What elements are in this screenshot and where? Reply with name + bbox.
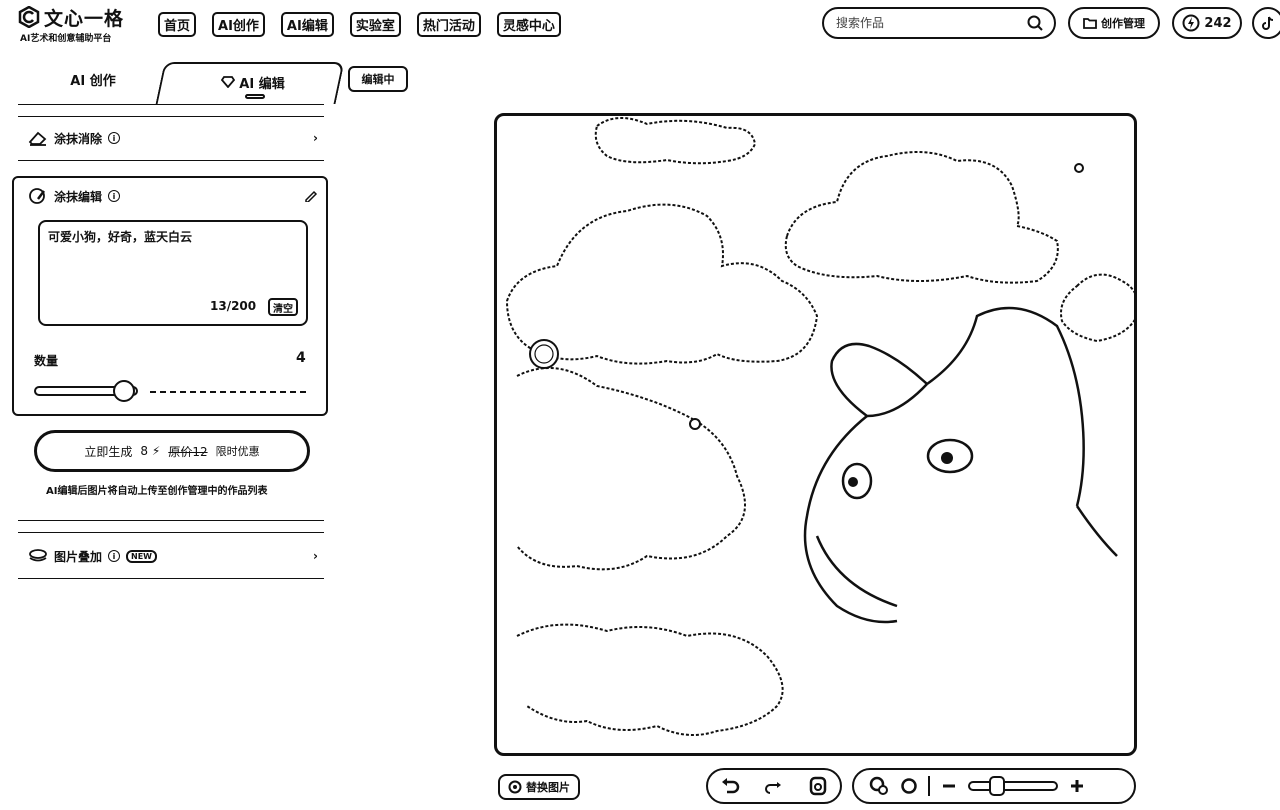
panel-divider bbox=[18, 578, 324, 579]
replace-icon bbox=[508, 780, 522, 794]
zoom-in-icon[interactable] bbox=[1066, 775, 1088, 797]
panel-divider bbox=[18, 116, 324, 117]
generate-disclaimer: AI编辑后图片将自动上传至创作管理中的作品列表 bbox=[46, 486, 268, 497]
chevron-right-icon: › bbox=[313, 549, 318, 563]
prompt-text: 可爱小狗，好奇，蓝天白云 bbox=[48, 230, 193, 244]
nav-events[interactable]: 热门活动 bbox=[416, 12, 481, 37]
editing-status-badge: 编辑中 bbox=[348, 66, 408, 92]
history-toolbar bbox=[706, 768, 842, 804]
undo-icon[interactable] bbox=[719, 775, 741, 797]
generate-cost: 8 ⚡ bbox=[140, 444, 161, 458]
info-icon[interactable]: i bbox=[108, 132, 121, 144]
image-overlay-label: 图片叠加 bbox=[54, 549, 103, 564]
lightning-icon bbox=[1182, 14, 1200, 32]
credits-button[interactable]: 242 bbox=[1172, 7, 1242, 39]
info-icon[interactable]: i bbox=[108, 190, 121, 202]
generate-promo: 限时优惠 bbox=[215, 445, 260, 458]
panel-divider bbox=[18, 104, 324, 105]
eraser-icon bbox=[28, 131, 47, 146]
my-works-button[interactable]: 创作管理 bbox=[1068, 7, 1160, 39]
tab-ai-edit[interactable]: AI 编辑 bbox=[168, 68, 338, 96]
quantity-label: 数量 bbox=[34, 354, 59, 368]
quantity-value: 4 bbox=[296, 350, 306, 366]
brush-icon bbox=[29, 188, 45, 204]
prompt-char-counter: 13/200 bbox=[210, 299, 257, 313]
generate-button[interactable]: 立即生成 8 ⚡ 原价12 限时优惠 bbox=[34, 430, 310, 472]
image-overlay-row[interactable]: 图片叠加 i NEW › bbox=[28, 540, 318, 572]
brush-size-icon[interactable] bbox=[868, 775, 890, 797]
redo-icon[interactable] bbox=[763, 775, 785, 797]
nav-inspiration[interactable]: 灵感中心 bbox=[496, 12, 561, 37]
reset-icon[interactable] bbox=[898, 775, 920, 797]
brush-zoom-toolbar bbox=[852, 768, 1136, 804]
nav-home[interactable]: 首页 bbox=[158, 12, 197, 37]
edit-pen-icon[interactable] bbox=[304, 190, 318, 202]
zoom-slider[interactable] bbox=[968, 776, 1058, 796]
canvas-image bbox=[505, 117, 1134, 736]
erase-tool-row[interactable]: 涂抹消除 i › bbox=[28, 122, 318, 154]
generate-label: 立即生成 bbox=[84, 444, 133, 459]
diamond-icon bbox=[221, 76, 236, 88]
panel-divider bbox=[18, 520, 324, 521]
nav-ai-edit[interactable]: AI编辑 bbox=[280, 12, 334, 37]
panel-divider bbox=[18, 532, 324, 533]
search-box bbox=[822, 7, 1056, 39]
edit-canvas[interactable] bbox=[494, 113, 1137, 756]
brush-edit-label: 涂抹编辑 bbox=[54, 189, 103, 204]
layers-icon bbox=[29, 549, 47, 562]
nav-lab[interactable]: 实验室 bbox=[349, 12, 401, 37]
logo-icon bbox=[18, 6, 40, 28]
generate-original-cost: 原价12 bbox=[168, 444, 208, 459]
nav-ai-create[interactable]: AI创作 bbox=[212, 12, 265, 37]
folder-icon bbox=[1083, 18, 1097, 29]
zoom-slider-thumb[interactable] bbox=[989, 776, 1005, 796]
tiktok-icon bbox=[1262, 16, 1274, 30]
clear-prompt-button[interactable]: 清空 bbox=[268, 298, 298, 316]
brand-title: 文心一格 bbox=[44, 8, 125, 30]
tiktok-button[interactable] bbox=[1252, 7, 1280, 39]
tab-ai-create[interactable]: AI 创作 bbox=[38, 68, 148, 96]
info-icon[interactable]: i bbox=[108, 550, 121, 562]
credits-count: 242 bbox=[1204, 15, 1232, 31]
my-works-label: 创作管理 bbox=[1101, 17, 1145, 30]
search-input[interactable] bbox=[836, 16, 1026, 30]
brand-logo[interactable]: 文心一格 AI艺术和创意辅助平台 bbox=[18, 4, 158, 48]
erase-tool-label: 涂抹消除 bbox=[54, 131, 103, 146]
zoom-out-icon[interactable] bbox=[938, 775, 960, 797]
quantity-slider-thumb[interactable] bbox=[112, 380, 135, 402]
brand-subtitle: AI艺术和创意辅助平台 bbox=[20, 34, 112, 44]
main-nav: 首页 AI创作 AI编辑 实验室 热门活动 灵感中心 bbox=[158, 12, 561, 37]
search-icon[interactable] bbox=[1026, 14, 1044, 32]
chevron-right-icon: › bbox=[313, 131, 318, 145]
replace-image-label: 替换图片 bbox=[526, 781, 570, 794]
brush-edit-row[interactable]: 涂抹编辑 i bbox=[28, 180, 318, 212]
toolbar-separator bbox=[928, 776, 930, 796]
save-icon[interactable] bbox=[807, 775, 829, 797]
active-tab-indicator bbox=[245, 94, 265, 99]
tab-ai-edit-label: AI 编辑 bbox=[239, 76, 285, 92]
new-badge: NEW bbox=[126, 549, 157, 563]
replace-image-button[interactable]: 替换图片 bbox=[498, 774, 580, 800]
quantity-slider-remaining bbox=[150, 391, 306, 393]
panel-divider bbox=[18, 160, 324, 161]
